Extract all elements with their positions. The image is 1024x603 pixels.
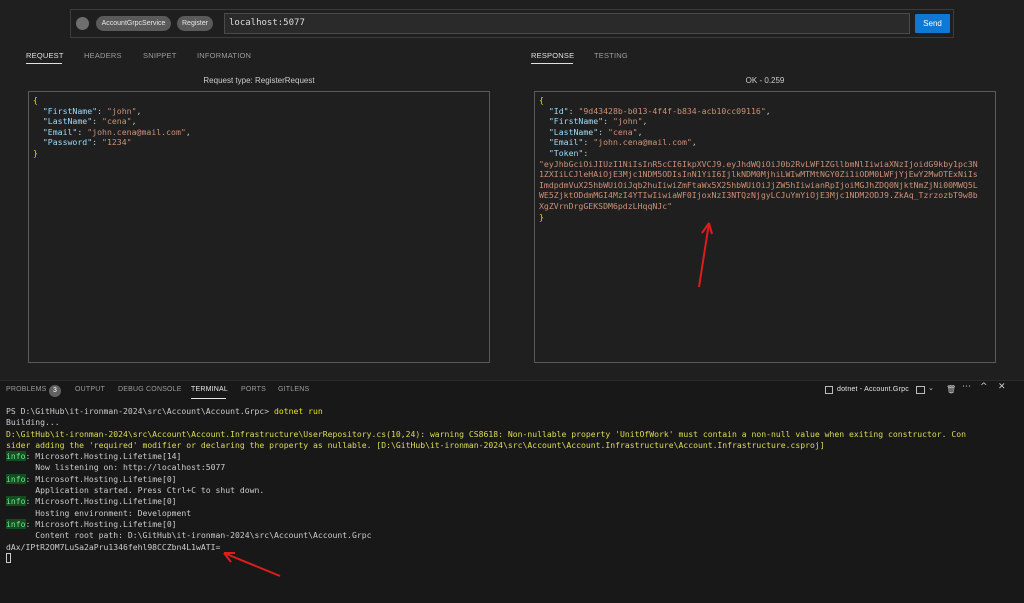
close-panel-icon[interactable]: ✕	[998, 382, 1006, 392]
url-input[interactable]: localhost:5077	[224, 13, 910, 34]
json-key: "Email"	[42, 126, 78, 137]
terminal-prompt: PS D:\GitHub\it-ironman-2024\src\Account…	[6, 406, 275, 416]
json-key: "LastName"	[548, 126, 599, 137]
tab-debug-console[interactable]: DEBUG CONSOLE	[118, 386, 182, 393]
terminal-instance-name[interactable]: dotnet - Account.Grpc	[837, 386, 909, 393]
split-terminal-icon[interactable]	[916, 386, 925, 394]
token-line: 1ZXIiLCJleHAiOjE3Mjc1NDM5ODIsInN1YiI6Ijl…	[539, 169, 978, 180]
request-body-editor[interactable]: { "FirstName": "john", "LastName": "cena…	[28, 91, 490, 363]
terminal-line: : Microsoft.Hosting.Lifetime[0]	[25, 518, 177, 529]
tab-response-underline	[531, 63, 573, 64]
json-key: "Token"	[548, 147, 584, 158]
maximize-panel-icon[interactable]: ^	[980, 382, 988, 392]
tab-problems[interactable]: PROBLEMS	[6, 386, 47, 393]
response-status-label: OK - 0.259	[745, 76, 785, 85]
tab-output[interactable]: OUTPUT	[75, 386, 105, 393]
terminal-line: Now listening on: http://localhost:5077	[6, 462, 226, 473]
token-line: "eyJhbGciOiJIUzI1NiIsInR5cCI6IkpXVCJ9.ey…	[539, 158, 978, 169]
terminal-command: dotnet run	[274, 406, 323, 416]
terminal-line: : Microsoft.Hosting.Lifetime[0]	[25, 496, 177, 507]
json-value: "john.cena@mail.com"	[87, 126, 186, 137]
json-value: "john"	[106, 105, 137, 116]
terminal-warning: sider adding the 'required' modifier or …	[6, 439, 825, 450]
info-label: info	[6, 496, 26, 507]
json-value: "cena"	[102, 116, 132, 127]
trash-icon[interactable]: 🗑	[946, 385, 956, 394]
tab-terminal[interactable]: TERMINAL	[191, 386, 228, 393]
tab-request-underline	[26, 63, 62, 64]
info-label: info	[6, 518, 26, 529]
json-value: "john.cena@mail.com"	[593, 137, 692, 148]
service-chip[interactable]: AccountGrpcService	[96, 16, 171, 31]
status-dot-icon	[76, 17, 89, 30]
terminal-line: Hosting environment: Development	[6, 507, 192, 518]
tab-ports[interactable]: PORTS	[241, 386, 266, 393]
request-url-bar: AccountGrpcService Register localhost:50…	[70, 9, 954, 38]
terminal-output[interactable]: PS D:\GitHub\it-ironman-2024\src\Account…	[6, 406, 966, 564]
annotation-arrow-icon	[698, 222, 713, 288]
send-button[interactable]: Send	[915, 14, 950, 33]
tab-snippet[interactable]: SNIPPET	[143, 51, 177, 60]
token-line: WE5ZjktODdmMGI4MzI4YTIwIiwiaWF0IjoxNzI3N…	[539, 190, 978, 201]
json-key: "Password"	[42, 137, 93, 148]
json-key: "Id"	[548, 105, 569, 116]
json-key: "LastName"	[42, 116, 93, 127]
tab-terminal-underline	[191, 398, 226, 399]
method-chip[interactable]: Register	[177, 16, 213, 31]
problems-count-badge: 3	[49, 385, 61, 397]
terminal-line: : Microsoft.Hosting.Lifetime[14]	[25, 451, 182, 462]
tab-request[interactable]: REQUEST	[26, 51, 64, 60]
tab-headers[interactable]: HEADERS	[84, 51, 122, 60]
terminal-line: Building...	[6, 417, 60, 428]
json-value: "cena"	[608, 126, 638, 137]
chevron-down-icon[interactable]: ⌄	[928, 384, 934, 392]
request-type-label: Request type: RegisterRequest	[203, 76, 315, 85]
annotation-arrow-icon	[223, 552, 281, 577]
json-key: "Email"	[548, 137, 584, 148]
tab-information[interactable]: INFORMATION	[197, 51, 251, 60]
terminal-secret-output: dAx/IPtR2OM7LuSa2aPru1346fehl98CCZbn4L1w…	[6, 541, 221, 552]
terminal-cursor	[6, 553, 11, 564]
terminal-warning: D:\GitHub\it-ironman-2024\src\Account\Ac…	[6, 428, 966, 439]
terminal-line: Content root path: D:\GitHub\it-ironman-…	[6, 530, 372, 541]
info-label: info	[6, 473, 26, 484]
token-line: XgZVrnDrgGEKSDM6pdzLHqqNJc"	[539, 200, 673, 211]
terminal-icon	[825, 386, 833, 394]
token-line: ImdpdmVuX25hbWUiOiJqb2huIiwiZmFtaWx5X25h…	[539, 179, 978, 190]
terminal-line: : Microsoft.Hosting.Lifetime[0]	[25, 473, 177, 484]
tab-response[interactable]: RESPONSE	[531, 51, 574, 60]
json-value: "john"	[612, 116, 643, 127]
info-label: info	[6, 451, 26, 462]
more-actions-icon[interactable]: ⋯	[962, 382, 971, 392]
json-value: "1234"	[102, 137, 132, 148]
tab-testing[interactable]: TESTING	[594, 51, 628, 60]
json-value: "9d43428b-b013-4f4f-b834-acb10cc09116"	[578, 105, 766, 116]
response-body-editor[interactable]: { "Id": "9d43428b-b013-4f4f-b834-acb10cc…	[534, 91, 996, 363]
tab-gitlens[interactable]: GITLENS	[278, 386, 309, 393]
json-key: "FirstName"	[42, 105, 98, 116]
terminal-line: Application started. Press Ctrl+C to shu…	[6, 485, 265, 496]
json-key: "FirstName"	[548, 116, 604, 127]
